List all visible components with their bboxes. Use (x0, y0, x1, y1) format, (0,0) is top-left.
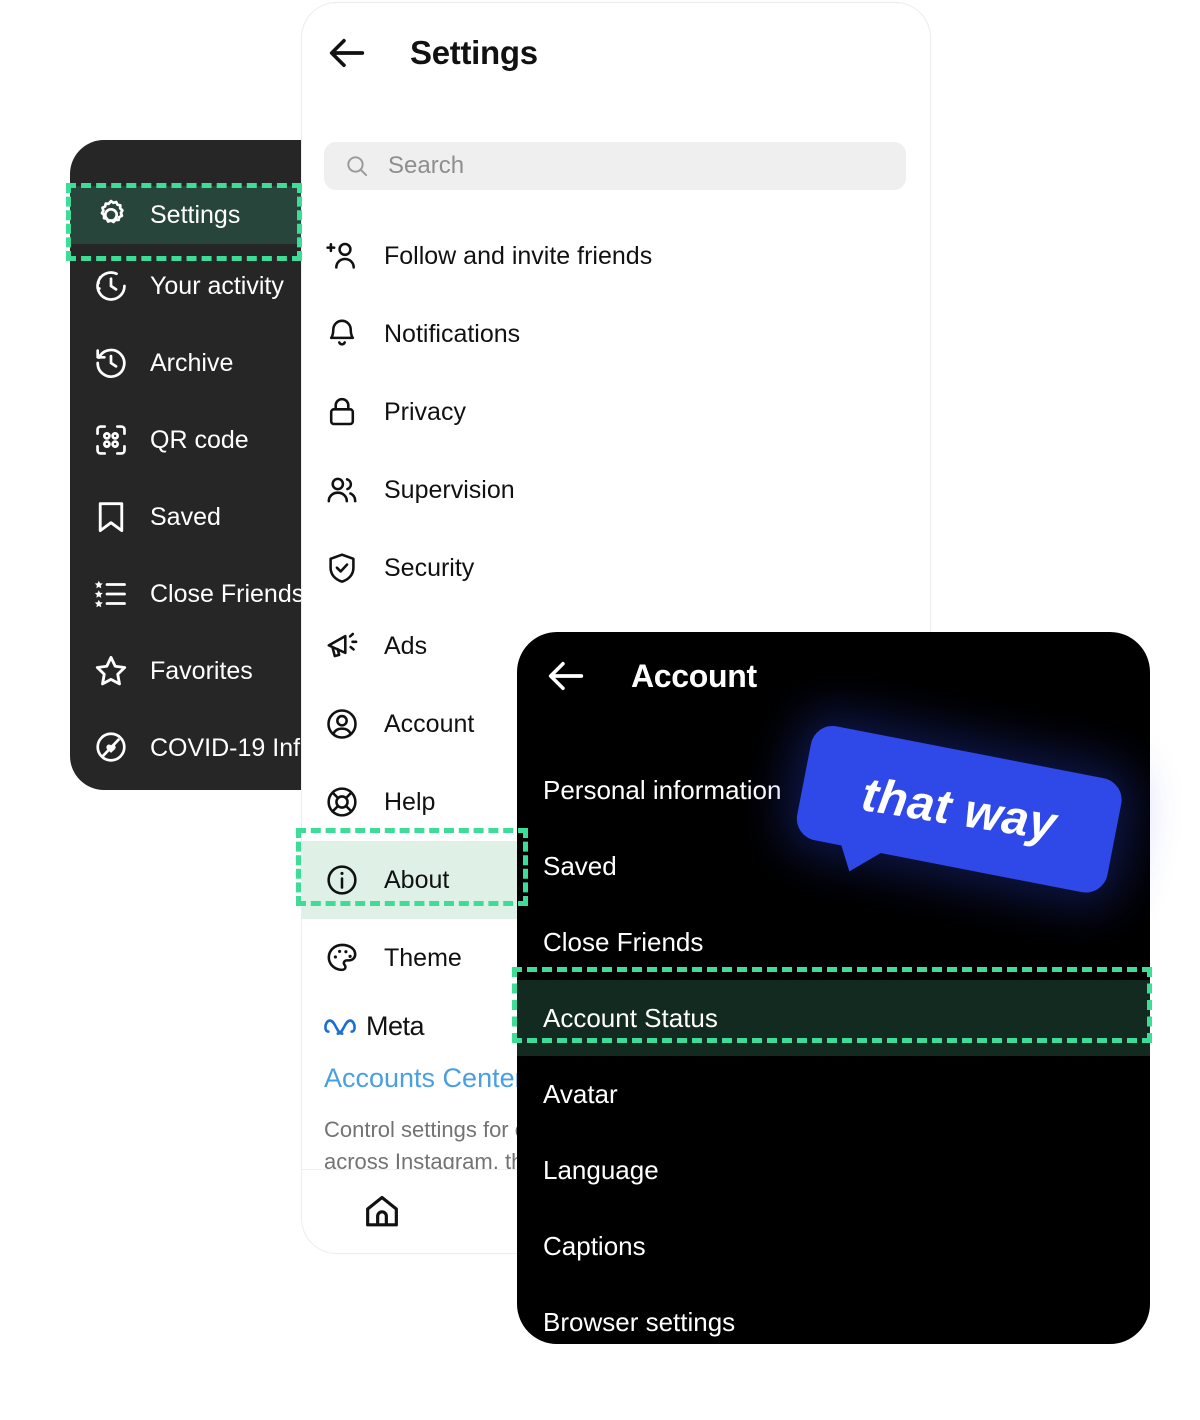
settings-item-notifications[interactable]: Notifications (302, 295, 930, 373)
settings-item-label: Ads (384, 631, 428, 660)
page-title: Settings (410, 34, 538, 71)
back-arrow-icon[interactable] (324, 30, 370, 76)
sidebar-item-label: QR code (150, 425, 249, 454)
people-icon (324, 472, 360, 508)
archive-icon (92, 344, 130, 382)
meta-brand-label: Meta (366, 1011, 425, 1041)
settings-item-privacy[interactable]: Privacy (302, 373, 930, 451)
page-title: Account (631, 657, 757, 694)
account-item-label: Saved (543, 850, 617, 881)
star-list-icon (92, 575, 130, 613)
sidebar-item-qr-code[interactable]: QR code (70, 411, 330, 469)
shield-check-icon (324, 550, 360, 586)
star-icon (92, 652, 130, 690)
search-placeholder: Search (388, 152, 465, 179)
qr-code-icon (92, 421, 130, 459)
account-item-avatar[interactable]: Avatar (517, 1056, 1150, 1132)
sidebar-item-archive[interactable]: Archive (70, 334, 330, 392)
settings-item-security[interactable]: Security (302, 529, 930, 607)
account-item-browser-settings[interactable]: Browser settings (517, 1284, 1150, 1344)
back-arrow-icon[interactable] (543, 653, 589, 699)
gear-icon (92, 196, 130, 234)
person-circle-icon (324, 706, 360, 742)
search-icon (344, 153, 370, 179)
settings-item-supervision[interactable]: Supervision (302, 451, 930, 529)
sidebar-item-your-activity[interactable]: Your activity (70, 257, 330, 315)
sidebar-item-saved[interactable]: Saved (70, 488, 330, 546)
sidebar-item-settings[interactable]: Settings (70, 186, 330, 244)
sidebar-item-label: Favorites (150, 656, 253, 685)
account-item-label: Language (543, 1154, 659, 1185)
sidebar-item-label: COVID-19 Info (150, 733, 314, 762)
search-input[interactable]: Search (324, 142, 906, 190)
sidebar-item-close-friends[interactable]: Close Friends (70, 565, 330, 623)
settings-item-label: Privacy (384, 397, 466, 426)
account-item-label: Browser settings (543, 1306, 736, 1337)
settings-item-label: About (384, 865, 450, 894)
account-item-label: Personal information (543, 774, 782, 805)
account-item-captions[interactable]: Captions (517, 1208, 1150, 1284)
settings-item-label: Supervision (384, 475, 515, 504)
palette-icon (324, 940, 360, 976)
account-item-label: Account Status (543, 1002, 718, 1033)
sidebar-item-label: Saved (150, 502, 221, 531)
account-item-label: Captions (543, 1230, 646, 1261)
settings-item-label: Security (384, 553, 475, 582)
settings-item-label: Follow and invite friends (384, 241, 653, 270)
account-item-label: Close Friends (543, 926, 704, 957)
add-person-icon (324, 238, 360, 274)
sidebar-item-label: Settings (150, 200, 241, 229)
callout-text: that way (858, 767, 1061, 851)
lock-icon (324, 394, 360, 430)
sidebar-item-covid-19-info[interactable]: COVID-19 Info (70, 719, 330, 777)
bell-icon (324, 316, 360, 352)
account-item-account-status[interactable]: Account Status (517, 980, 1150, 1056)
home-icon[interactable] (302, 1192, 462, 1232)
settings-item-label: Account (384, 709, 475, 738)
megaphone-icon (324, 628, 360, 664)
callout-tail (833, 838, 889, 878)
sidebar-menu: Settings Your activity Archive QR code S… (70, 140, 330, 790)
meta-infinity-icon (324, 1016, 356, 1038)
settings-item-follow-and-invite-friends[interactable]: Follow and invite friends (302, 217, 930, 295)
lifebuoy-icon (324, 784, 360, 820)
screenshot-stage: Settings Your activity Archive QR code S… (0, 0, 1200, 1420)
activity-icon (92, 267, 130, 305)
settings-header: Settings (302, 3, 930, 103)
sidebar-item-label: Your activity (150, 271, 284, 300)
settings-item-label: Theme (384, 943, 462, 972)
account-item-language[interactable]: Language (517, 1132, 1150, 1208)
account-item-label: Avatar (543, 1078, 618, 1109)
info-circle-icon (324, 862, 360, 898)
sidebar-item-label: Archive (150, 348, 234, 377)
settings-item-label: Help (384, 787, 436, 816)
covid-icon (92, 729, 130, 767)
account-header: Account (517, 632, 1150, 720)
sidebar-item-label: Close Friends (150, 579, 305, 608)
bookmark-icon (92, 498, 130, 536)
settings-item-label: Notifications (384, 319, 521, 348)
sidebar-item-favorites[interactable]: Favorites (70, 642, 330, 700)
